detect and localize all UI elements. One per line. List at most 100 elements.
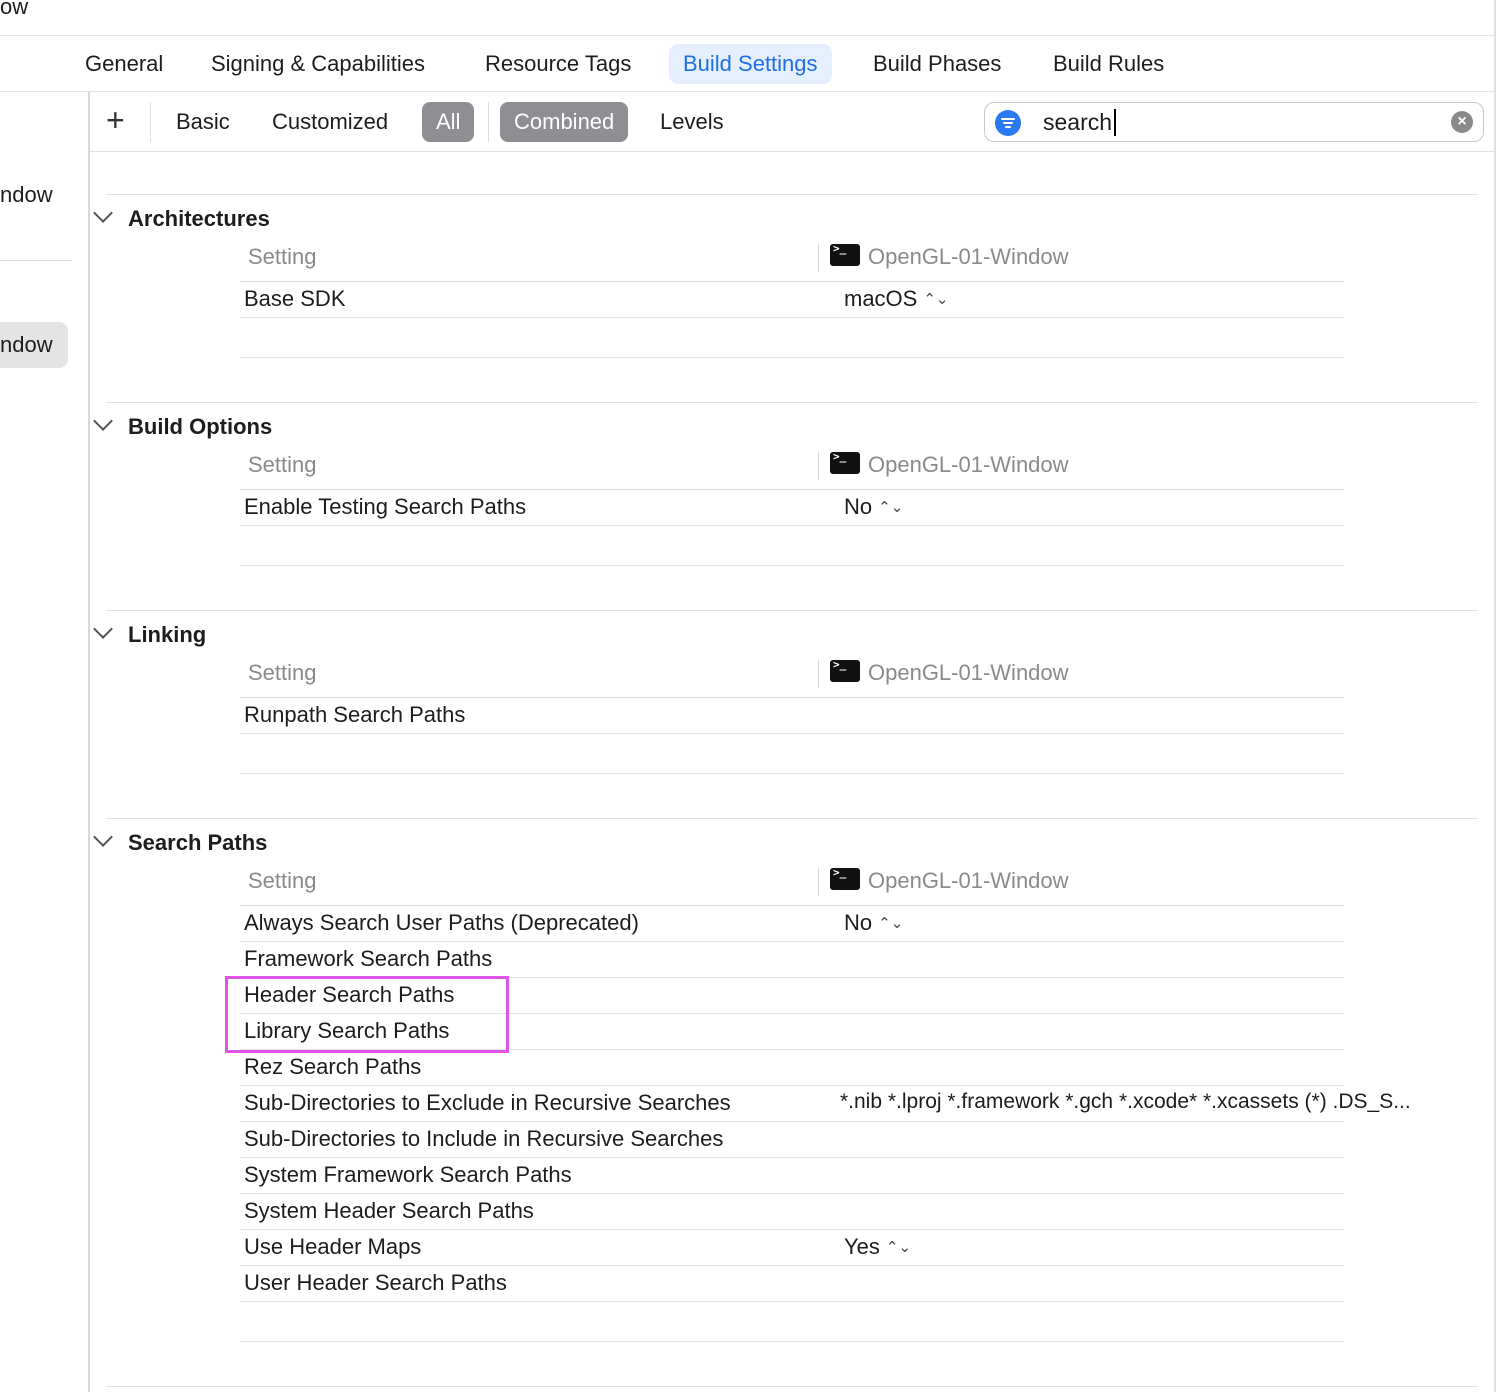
setting-name: Header Search Paths <box>244 982 455 1007</box>
section-divider <box>106 402 1478 403</box>
column-header-setting: Setting <box>248 868 317 893</box>
search-input[interactable] <box>1043 107 1443 137</box>
setting-name: Enable Testing Search Paths <box>244 494 527 519</box>
tab-build-rules[interactable]: Build Rules <box>1039 44 1178 84</box>
tab-build-phases[interactable]: Build Phases <box>859 44 1015 84</box>
settings-table: Setting OpenGL-01-Window Always Search U… <box>240 862 1411 1342</box>
column-header-target: OpenGL-01-Window <box>868 244 1069 269</box>
build-settings-list: Architectures Setting OpenGL-01-Window B… <box>90 152 1494 1392</box>
clear-search-icon[interactable]: × <box>1451 111 1473 133</box>
setting-name: Framework Search Paths <box>244 946 493 971</box>
column-header-target: OpenGL-01-Window <box>868 452 1069 477</box>
setting-name: Sub-Directories to Exclude in Recursive … <box>244 1090 731 1115</box>
section-title: Linking <box>128 622 207 647</box>
filter-customized-button[interactable]: Customized <box>272 102 388 142</box>
table-end <box>240 526 1344 566</box>
setting-name: Use Header Maps <box>244 1234 422 1259</box>
terminal-target-icon <box>830 450 860 474</box>
popup-arrows-icon: ⌃⌄ <box>878 499 904 516</box>
view-combined-button[interactable]: Combined <box>500 102 629 142</box>
table-row[interactable]: Framework Search Paths <box>240 942 1344 978</box>
table-header: Setting OpenGL-01-Window <box>240 862 1344 906</box>
filter-icon[interactable] <box>995 110 1021 136</box>
editor-tab-bar: General Signing & Capabilities Resource … <box>0 36 1494 92</box>
table-header: Setting OpenGL-01-Window <box>240 654 1344 698</box>
section-title: Architectures <box>128 206 270 231</box>
column-separator <box>818 244 819 272</box>
table-row[interactable]: Rez Search Paths <box>240 1050 1344 1086</box>
chevron-down-icon[interactable] <box>93 827 113 847</box>
filter-basic-button[interactable]: Basic <box>176 102 230 142</box>
setting-value[interactable]: No ⌃⌄ <box>844 494 903 520</box>
terminal-target-icon <box>830 866 860 890</box>
setting-value[interactable]: *.nib *.lproj *.framework *.gch *.xcode*… <box>840 1090 1411 1114</box>
window-edge <box>1494 0 1496 1392</box>
add-build-setting-button[interactable]: + <box>106 104 125 136</box>
column-separator <box>818 452 819 480</box>
settings-table: Setting OpenGL-01-Window Enable Testing … <box>240 446 1344 566</box>
table-end <box>240 1302 1344 1342</box>
search-field[interactable]: × <box>984 102 1484 142</box>
tab-resource-tags[interactable]: Resource Tags <box>471 44 645 84</box>
table-row[interactable]: Sub-Directories to Exclude in Recursive … <box>240 1086 1411 1122</box>
table-row[interactable]: Always Search User Paths (Deprecated) No… <box>240 906 1344 942</box>
table-header: Setting OpenGL-01-Window <box>240 446 1344 490</box>
chevron-down-icon[interactable] <box>93 411 113 431</box>
table-end <box>240 318 1344 358</box>
terminal-target-icon <box>830 242 860 266</box>
table-row[interactable]: Sub-Directories to Include in Recursive … <box>240 1122 1344 1158</box>
window-title-strip: ow <box>0 0 1494 36</box>
setting-name: System Header Search Paths <box>244 1198 534 1223</box>
setting-name: Base SDK <box>244 286 346 311</box>
table-end <box>240 734 1344 774</box>
section-divider <box>106 194 1478 195</box>
table-row[interactable]: Library Search Paths <box>240 1014 1344 1050</box>
build-settings-toolbar: + Basic Customized All Combined Levels × <box>90 92 1494 152</box>
settings-table: Setting OpenGL-01-Window Base SDK macOS⌃… <box>240 238 1344 358</box>
tab-general[interactable]: General <box>71 44 177 84</box>
column-header-target: OpenGL-01-Window <box>868 868 1069 893</box>
text-caret <box>1114 109 1116 136</box>
settings-table: Setting OpenGL-01-Window Runpath Search … <box>240 654 1344 774</box>
toolbar-separator <box>488 102 489 142</box>
section-divider <box>106 818 1478 819</box>
section-title: Search Paths <box>128 830 268 855</box>
table-row[interactable]: System Header Search Paths <box>240 1194 1344 1230</box>
column-separator <box>818 868 819 896</box>
window-title-fragment: ow <box>0 0 29 19</box>
toolbar-separator <box>150 102 151 142</box>
setting-value[interactable]: macOS ⌃⌄ <box>844 286 949 312</box>
column-separator <box>818 660 819 688</box>
table-row[interactable]: System Framework Search Paths <box>240 1158 1344 1194</box>
table-row[interactable]: User Header Search Paths <box>240 1266 1344 1302</box>
popup-arrows-icon: ⌃⌄ <box>885 1239 912 1256</box>
chevron-down-icon[interactable] <box>93 619 113 639</box>
setting-name: Library Search Paths <box>244 1018 450 1043</box>
sidebar-item-target-selected[interactable]: ndow <box>0 322 68 368</box>
column-header-setting: Setting <box>248 660 317 685</box>
sidebar-divider <box>0 260 72 261</box>
setting-name: User Header Search Paths <box>244 1270 507 1295</box>
popup-arrows-icon: ⌃⌄ <box>923 291 949 308</box>
terminal-target-icon <box>830 658 860 682</box>
filter-all-button[interactable]: All <box>422 102 475 142</box>
sidebar-item-project[interactable]: ndow <box>0 182 53 208</box>
column-header-setting: Setting <box>248 244 317 269</box>
setting-name: Rez Search Paths <box>244 1054 422 1079</box>
table-row[interactable]: Base SDK macOS ⌃⌄ <box>240 282 1344 318</box>
popup-arrows-icon: ⌃⌄ <box>878 915 904 932</box>
setting-name: Sub-Directories to Include in Recursive … <box>244 1126 724 1151</box>
tab-build-settings[interactable]: Build Settings <box>669 44 832 84</box>
setting-value[interactable]: No ⌃⌄ <box>844 910 903 936</box>
table-row[interactable]: Header Search Paths <box>240 978 1344 1014</box>
tab-signing-capabilities[interactable]: Signing & Capabilities <box>197 44 439 84</box>
section-title: Build Options <box>128 414 273 439</box>
table-row[interactable]: Enable Testing Search Paths No ⌃⌄ <box>240 490 1344 526</box>
table-header: Setting OpenGL-01-Window <box>240 238 1344 282</box>
chevron-down-icon[interactable] <box>93 203 113 223</box>
table-row[interactable]: Use Header Maps Yes ⌃⌄ <box>240 1230 1344 1266</box>
view-levels-button[interactable]: Levels <box>660 102 724 142</box>
section-divider <box>106 610 1478 611</box>
setting-value[interactable]: Yes ⌃⌄ <box>844 1234 911 1260</box>
table-row[interactable]: Runpath Search Paths <box>240 698 1344 734</box>
